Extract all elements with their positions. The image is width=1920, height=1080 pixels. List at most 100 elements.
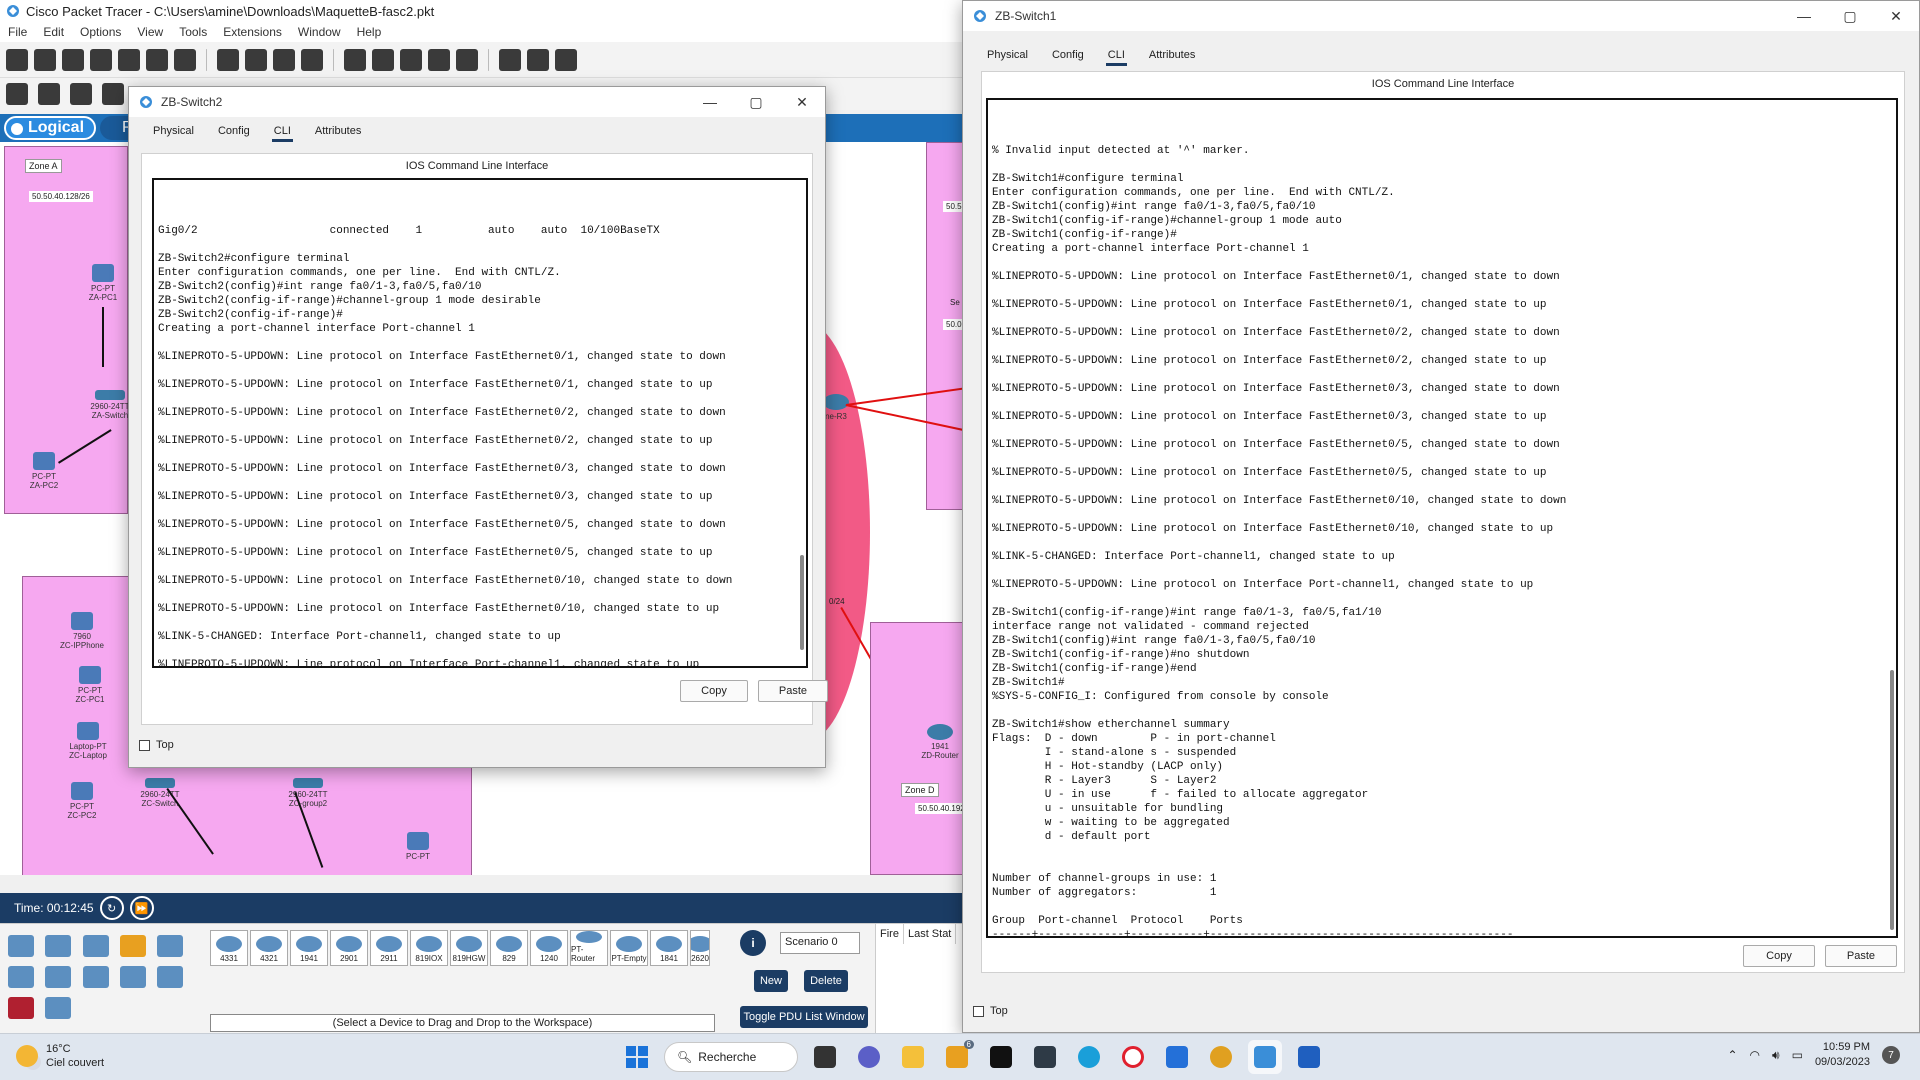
- tab-config[interactable]: Config: [206, 120, 262, 142]
- file-explorer-button[interactable]: [896, 1040, 930, 1074]
- scenario-info-icon[interactable]: i: [740, 930, 766, 956]
- viewport-icon[interactable]: [555, 48, 577, 71]
- menu-extensions[interactable]: Extensions: [223, 25, 282, 39]
- end-devices-icon[interactable]: [45, 935, 72, 957]
- toggle-pdu-list-button[interactable]: Toggle PDU List Window: [740, 1006, 868, 1028]
- battery-icon[interactable]: ▭: [1792, 1048, 1803, 1062]
- notes-icon[interactable]: [499, 48, 521, 71]
- copy-icon[interactable]: [217, 48, 239, 71]
- wireless-icon[interactable]: [157, 966, 184, 988]
- switches-icon[interactable]: [82, 966, 109, 988]
- power-cycle-icon[interactable]: ↻: [99, 896, 124, 920]
- redo-icon[interactable]: [301, 48, 323, 71]
- model-4321[interactable]: 4321: [250, 930, 288, 966]
- copy-button[interactable]: Copy: [680, 680, 748, 702]
- tab-config[interactable]: Config: [1040, 44, 1096, 66]
- cli-terminal[interactable]: Gig0/2 connected 1 auto auto 10/100BaseT…: [152, 178, 808, 668]
- paste-button[interactable]: Paste: [1825, 945, 1897, 967]
- zc-ipphone-device[interactable]: 7960 ZC-IPPhone: [52, 612, 112, 650]
- model-1240[interactable]: 1240: [530, 930, 568, 966]
- scenario-select[interactable]: Scenario 0: [780, 932, 860, 954]
- weather-widget[interactable]: 16°C Ciel couvert: [16, 1042, 104, 1070]
- model-2620[interactable]: 2620: [690, 930, 710, 966]
- maximize-icon[interactable]: ▢: [1827, 1, 1873, 31]
- top-checkbox[interactable]: Top: [139, 739, 174, 751]
- zc-pc2-device[interactable]: PC-PT ZC-PC2: [52, 782, 112, 820]
- menu-options[interactable]: Options: [80, 25, 121, 39]
- notepad-button[interactable]: [1292, 1040, 1326, 1074]
- save-icon[interactable]: [62, 48, 84, 71]
- cli-terminal[interactable]: % Invalid input detected at '^' marker. Z…: [986, 98, 1898, 938]
- connections-icon[interactable]: [120, 935, 147, 957]
- store-button[interactable]: 6: [940, 1040, 974, 1074]
- delete-scenario-button[interactable]: Delete: [804, 970, 848, 992]
- tab-cli[interactable]: CLI: [262, 120, 303, 142]
- app-button[interactable]: [1028, 1040, 1062, 1074]
- menu-window[interactable]: Window: [298, 25, 341, 39]
- inspect-icon[interactable]: [38, 83, 60, 105]
- new-scenario-button[interactable]: New: [754, 970, 788, 992]
- model-2901[interactable]: 2901: [330, 930, 368, 966]
- zc-group2-device[interactable]: 2960-24TT ZC-group2: [278, 778, 338, 808]
- device-template-icon[interactable]: [527, 48, 549, 71]
- close-icon[interactable]: ✕: [1873, 1, 1919, 31]
- chrome-button[interactable]: [1204, 1040, 1238, 1074]
- checkbox-box[interactable]: [139, 739, 150, 751]
- zoom-in-icon[interactable]: [344, 48, 366, 71]
- chevron-up-icon[interactable]: ⌃: [1727, 1048, 1737, 1062]
- notification-count[interactable]: 7: [1882, 1046, 1900, 1064]
- volume-icon[interactable]: 🔊︎: [1772, 1048, 1780, 1063]
- security-icon[interactable]: [8, 997, 34, 1019]
- resize-icon[interactable]: [102, 83, 124, 105]
- scrollbar[interactable]: [800, 555, 804, 650]
- za-pc1-device[interactable]: PC-PT ZA-PC1: [73, 264, 133, 302]
- model-829[interactable]: 829: [490, 930, 528, 966]
- components-icon[interactable]: [82, 935, 109, 957]
- copy-button[interactable]: Copy: [1743, 945, 1815, 967]
- undo-icon[interactable]: [273, 48, 295, 71]
- model-1941[interactable]: 1941: [290, 930, 328, 966]
- menu-file[interactable]: File: [8, 25, 27, 39]
- model-819iox[interactable]: 819IOX: [410, 930, 448, 966]
- scrollbar[interactable]: [1890, 670, 1894, 930]
- menu-tools[interactable]: Tools: [179, 25, 207, 39]
- tab-physical[interactable]: Physical: [975, 44, 1040, 66]
- new-file-icon[interactable]: [6, 48, 28, 71]
- open-folder-icon[interactable]: [34, 48, 56, 71]
- wifi-icon[interactable]: ◠: [1750, 1048, 1760, 1062]
- tab-attributes[interactable]: Attributes: [1137, 44, 1207, 66]
- zc-switch-device[interactable]: 2960-24TT ZC-Switch: [130, 778, 190, 808]
- teams-button[interactable]: [852, 1040, 886, 1074]
- start-button[interactable]: [620, 1040, 654, 1074]
- taskbar-search[interactable]: 🔍︎ Recherche: [664, 1042, 798, 1072]
- minimize-icon[interactable]: —: [687, 87, 733, 117]
- zoom-reset-icon[interactable]: [372, 48, 394, 71]
- select-icon[interactable]: [6, 83, 28, 105]
- custom-device-icon[interactable]: [456, 48, 478, 71]
- model-819hgw[interactable]: 819HGW: [450, 930, 488, 966]
- task-view-button[interactable]: [808, 1040, 842, 1074]
- model-1841[interactable]: 1841: [650, 930, 688, 966]
- menu-view[interactable]: View: [137, 25, 163, 39]
- hubs-icon[interactable]: [120, 966, 147, 988]
- zc-laptop-device[interactable]: Laptop-PT ZC-Laptop: [58, 722, 118, 760]
- network-devices-icon[interactable]: [8, 935, 34, 957]
- misc-icon[interactable]: [157, 935, 184, 957]
- model-4331[interactable]: 4331: [210, 930, 248, 966]
- tab-physical[interactable]: Physical: [141, 120, 206, 142]
- model-pt-router[interactable]: PT-Router: [570, 930, 608, 966]
- logical-mode-tab[interactable]: Logical: [4, 116, 97, 140]
- fast-forward-icon[interactable]: ⏩: [129, 896, 154, 920]
- netflix-button[interactable]: [984, 1040, 1018, 1074]
- tab-cli[interactable]: CLI: [1096, 44, 1137, 66]
- menu-edit[interactable]: Edit: [43, 25, 64, 39]
- activity-wizard-icon[interactable]: [146, 48, 168, 71]
- menu-help[interactable]: Help: [357, 25, 382, 39]
- zoom-out-icon[interactable]: [400, 48, 422, 71]
- tab-attributes[interactable]: Attributes: [303, 120, 373, 142]
- top-checkbox[interactable]: Top: [973, 1005, 1008, 1017]
- edge-button[interactable]: [1072, 1040, 1106, 1074]
- info-icon[interactable]: [118, 48, 140, 71]
- paste-icon[interactable]: [245, 48, 267, 71]
- pc-pt-device[interactable]: PC-PT: [388, 832, 448, 861]
